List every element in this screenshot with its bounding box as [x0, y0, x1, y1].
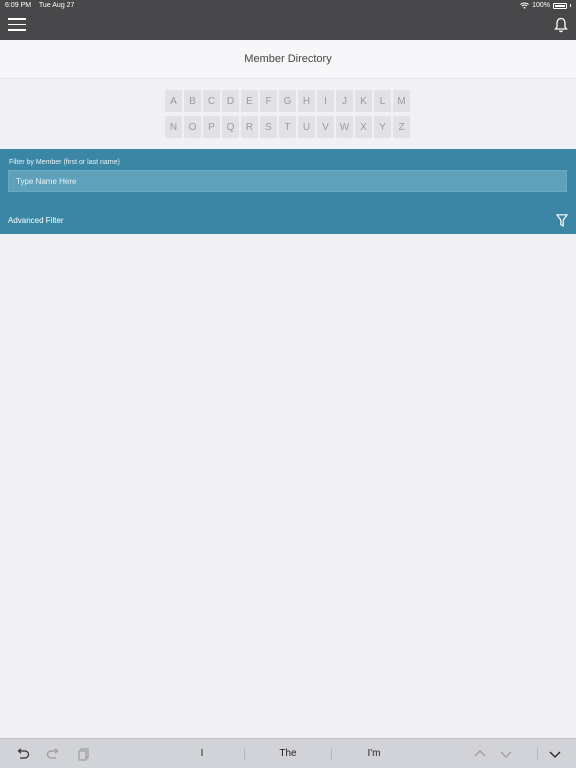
- letter-key-d[interactable]: D: [222, 90, 239, 112]
- letter-key-g[interactable]: G: [279, 90, 296, 112]
- paste-icon[interactable]: [77, 747, 91, 761]
- suggestion-2[interactable]: The: [245, 748, 331, 759]
- letter-key-z[interactable]: Z: [393, 116, 410, 138]
- letter-key-r[interactable]: R: [241, 116, 258, 138]
- bell-icon[interactable]: [554, 17, 568, 33]
- advanced-filter-link[interactable]: Advanced Filter: [8, 216, 64, 225]
- letter-key-i[interactable]: I: [317, 90, 334, 112]
- status-date: Tue Aug 27: [38, 2, 75, 9]
- letter-key-p[interactable]: P: [203, 116, 220, 138]
- letter-key-s[interactable]: S: [260, 116, 277, 138]
- letter-key-a[interactable]: A: [165, 90, 182, 112]
- letter-key-u[interactable]: U: [298, 116, 315, 138]
- letter-key-k[interactable]: K: [355, 90, 372, 112]
- hamburger-menu-icon[interactable]: [8, 18, 26, 32]
- battery-percent: 100%: [532, 2, 550, 9]
- battery-icon: [553, 2, 567, 9]
- suggestion-3[interactable]: I'm: [332, 748, 416, 759]
- letter-key-o[interactable]: O: [184, 116, 201, 138]
- letter-key-e[interactable]: E: [241, 90, 258, 112]
- letter-key-l[interactable]: L: [374, 90, 391, 112]
- dismiss-keyboard-icon[interactable]: [548, 747, 562, 761]
- alphabet-index: ABCDEFGHIJKLM NOPQRSTUVWXYZ: [165, 90, 415, 142]
- title-bar: Member Directory: [0, 40, 576, 79]
- letter-key-w[interactable]: W: [336, 116, 353, 138]
- undo-icon[interactable]: [16, 747, 30, 761]
- filter-funnel-icon[interactable]: [556, 214, 568, 227]
- alphabet-row-1: ABCDEFGHIJKLM: [165, 90, 415, 112]
- member-filter-panel: Filter by Member (first or last name) Ad…: [0, 149, 576, 234]
- previous-field-icon[interactable]: [473, 747, 487, 761]
- suggestion-1[interactable]: I: [160, 748, 244, 759]
- status-time: 6:09 PM: [5, 2, 32, 9]
- letter-key-n[interactable]: N: [165, 116, 182, 138]
- letter-key-f[interactable]: F: [260, 90, 277, 112]
- page-title: Member Directory: [244, 53, 332, 65]
- letter-key-j[interactable]: J: [336, 90, 353, 112]
- letter-key-q[interactable]: Q: [222, 116, 239, 138]
- letter-key-x[interactable]: X: [355, 116, 372, 138]
- letter-key-t[interactable]: T: [279, 116, 296, 138]
- status-bar: 6:09 PM Tue Aug 27 100%: [0, 0, 576, 12]
- letter-key-b[interactable]: B: [184, 90, 201, 112]
- keyboard-shortcut-bar: I The I'm: [0, 738, 576, 768]
- redo-icon[interactable]: [46, 747, 60, 761]
- next-field-icon[interactable]: [499, 747, 513, 761]
- letter-key-y[interactable]: Y: [374, 116, 391, 138]
- letter-key-h[interactable]: H: [298, 90, 315, 112]
- letter-key-v[interactable]: V: [317, 116, 334, 138]
- top-navbar: [0, 12, 576, 40]
- member-name-input[interactable]: [8, 170, 567, 192]
- results-area: [0, 234, 576, 738]
- letter-key-m[interactable]: M: [393, 90, 410, 112]
- letter-key-c[interactable]: C: [203, 90, 220, 112]
- wifi-icon: [520, 2, 529, 9]
- alphabet-row-2: NOPQRSTUVWXYZ: [165, 116, 415, 138]
- filter-label: Filter by Member (first or last name): [9, 159, 120, 166]
